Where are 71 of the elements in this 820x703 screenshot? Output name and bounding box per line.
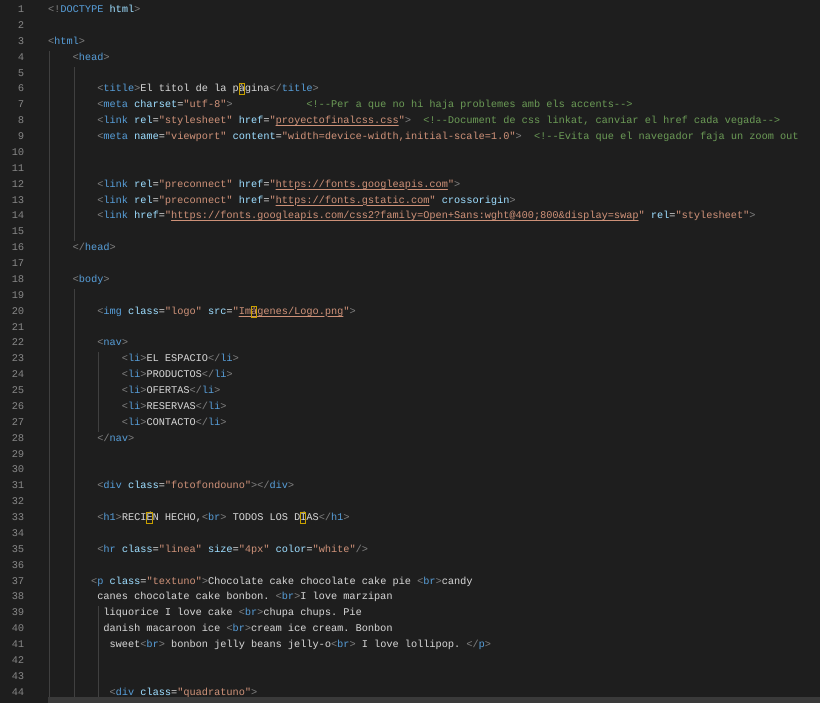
line-number: 4 [16, 50, 24, 66]
line-number: 3 [16, 34, 24, 50]
line-number: 36 [10, 558, 24, 574]
code-line: <link rel="preconnect" href="https://fonts.gstatic.com" crossorigin> [96, 194, 516, 206]
code-line: <html> [48, 36, 85, 48]
code-line: <body> [72, 274, 110, 286]
code-line: danish macaroon ice <br>cream ice cream. Bonbon [102, 623, 392, 636]
code-line: <link rel="preconnect" href="https://fonts.googleapis.com"> [96, 178, 460, 191]
line-number: 10 [10, 146, 24, 161]
line-number: 43 [10, 670, 24, 685]
line-number: 2 [16, 18, 24, 34]
line-number: 35 [10, 542, 24, 558]
line-number: 24 [10, 368, 24, 384]
line-number: 41 [10, 638, 24, 653]
line-number: 31 [10, 479, 24, 494]
line-number: 38 [10, 590, 24, 606]
line-number: 12 [10, 178, 24, 193]
line-number: 17 [10, 257, 24, 272]
line-number: 34 [10, 526, 24, 542]
code-line: <nav> [96, 337, 128, 350]
code-line: <div class="quadratuno"> [108, 686, 258, 699]
line-number: 15 [10, 225, 24, 240]
line-number: 26 [10, 400, 24, 415]
code-line: <link href="https://fonts.googleapis.com/css2?family=Open+Sans:wght@400;800&display=swap" rel="stylesheet"> [96, 210, 756, 222]
code-line: <li>RESERVAS</li> [120, 400, 226, 413]
line-number: 18 [10, 272, 24, 288]
code-line: <li>CONTACTO</li> [120, 416, 226, 429]
line-number: 14 [10, 209, 24, 224]
line-number: 44 [10, 686, 24, 701]
code-line: <!DOCTYPE html> [48, 4, 140, 16]
line-number: 40 [10, 622, 24, 638]
line-number: 19 [10, 288, 24, 304]
code-line: </head> [72, 242, 116, 254]
line-number: 7 [16, 98, 24, 114]
code-line: <link rel="stylesheet" href="proyectofinalcss.css"> <!--Document de css linkat, canviar el href cada vegada--> [96, 115, 780, 128]
line-number: 29 [10, 448, 24, 462]
code-line: <head> [72, 52, 110, 64]
line-number: 21 [10, 320, 24, 336]
code-line: <p class="textuno">Chocolate cake chocolate cake pie <br>candy [90, 576, 472, 588]
line-number: 16 [10, 241, 24, 256]
line-number: 25 [10, 384, 24, 399]
line-number: 27 [10, 416, 24, 431]
line-number: 9 [16, 130, 24, 145]
code-line: <hr class="linea" size="4px" color="white"/> [96, 544, 368, 556]
line-number: 33 [10, 511, 24, 526]
line-number: 8 [16, 114, 24, 130]
code-line: <div class="fotofondouno"></div> [96, 480, 294, 492]
code-line: </nav> [96, 432, 134, 445]
line-number: 11 [10, 162, 24, 177]
code-line: canes chocolate cake bonbon. <br>I love marzipan [96, 591, 392, 604]
code-line: <meta name="viewport" content="width=device-width,initial-scale=1.0"> <!--Evita que el navegador faja un zoom out [96, 131, 798, 143]
line-number: 1 [16, 3, 24, 18]
line-number: 23 [10, 352, 24, 368]
horizontal-scrollbar[interactable] [48, 697, 820, 703]
line-number: 5 [16, 66, 24, 82]
line-number: 6 [16, 82, 24, 98]
line-number: 13 [10, 194, 24, 208]
code-line: <li>EL ESPACIO</li> [120, 353, 239, 366]
line-number: 32 [10, 495, 24, 510]
code-line: liquorice I love cake <br>chupa chups. Pie [102, 607, 362, 620]
line-number: 37 [10, 574, 24, 590]
line-number: 22 [10, 336, 24, 352]
code-line: <li>PRODUCTOS</li> [120, 369, 233, 382]
code-line: <li>OFERTAS</li> [120, 385, 220, 397]
code-line: <meta charset="utf-8"> <!--Per a que no hi haja problemes amb els accents--> [96, 99, 632, 112]
line-number: 42 [10, 654, 24, 669]
line-number: 30 [10, 463, 24, 478]
code-line: sweet<br> bonbon jelly beans jelly-o<br> I love lollipop. </p> [108, 639, 491, 651]
line-number: 28 [10, 432, 24, 447]
line-number: 39 [10, 606, 24, 622]
line-number: 20 [10, 304, 24, 320]
